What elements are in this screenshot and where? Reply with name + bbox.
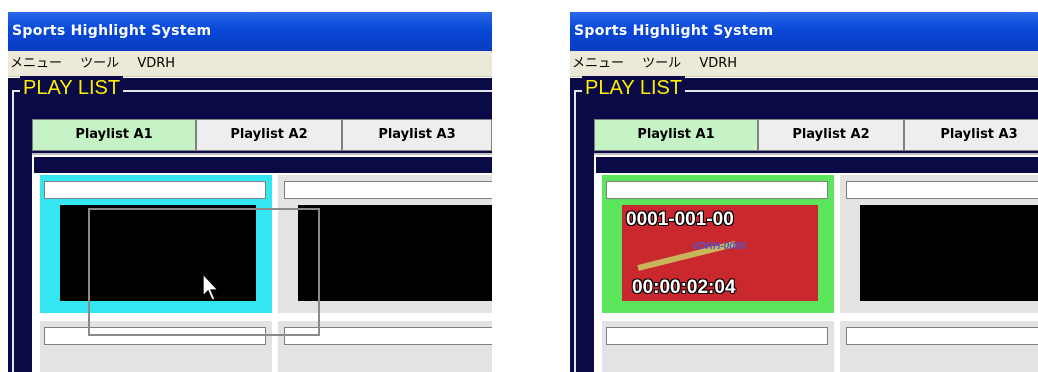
clip-id: 0001-001-00 bbox=[626, 209, 734, 230]
slot-title-field[interactable] bbox=[284, 181, 492, 199]
app-window-left: Sports Highlight System メニュー ツール VDRH PL… bbox=[8, 12, 492, 372]
slot-title-field[interactable] bbox=[846, 327, 1038, 345]
slot-title-field[interactable] bbox=[846, 181, 1038, 199]
menu-item-vdrh[interactable]: VDRH bbox=[699, 56, 737, 71]
app-window-right: Sports Highlight System メニュー ツール VDRH PL… bbox=[570, 12, 1038, 372]
menu-item-menu[interactable]: メニュー bbox=[572, 56, 624, 71]
menu-bar: メニュー ツール VDRH bbox=[8, 51, 492, 77]
grid-header-strip bbox=[596, 157, 1038, 173]
slot-preview bbox=[860, 205, 1038, 301]
tab-playlist-a1[interactable]: Playlist A1 bbox=[32, 119, 196, 151]
menu-item-tools[interactable]: ツール bbox=[642, 56, 681, 71]
playlist-slot-4[interactable] bbox=[840, 321, 1038, 372]
slot-title-field[interactable] bbox=[606, 327, 828, 345]
mouse-cursor-icon bbox=[202, 273, 220, 301]
section-label: PLAY LIST bbox=[20, 76, 124, 100]
playlist-panel: PLAY LIST Playlist A1 Playlist A2 Playli… bbox=[8, 76, 492, 372]
menu-item-menu[interactable]: メニュー bbox=[10, 56, 62, 71]
tab-playlist-a1[interactable]: Playlist A1 bbox=[594, 119, 758, 151]
clip-thumbnail: 0001-001-00 VDRH-0000 00:00:02:04 bbox=[622, 205, 818, 301]
clip-timecode: 00:00:02:04 bbox=[632, 277, 736, 298]
menu-item-tools[interactable]: ツール bbox=[80, 56, 119, 71]
playlist-grid bbox=[32, 153, 492, 372]
playlist-panel: PLAY LIST Playlist A1 Playlist A2 Playli… bbox=[570, 76, 1038, 372]
slot-title-field[interactable] bbox=[606, 181, 828, 199]
group-frame-left bbox=[574, 90, 576, 372]
tab-playlist-a2[interactable]: Playlist A2 bbox=[196, 119, 342, 151]
playlist-slot-3[interactable] bbox=[602, 321, 834, 372]
drag-selection-outline bbox=[88, 208, 320, 336]
clip-source: VDRH-0000 bbox=[692, 241, 746, 252]
slot-title-field[interactable] bbox=[44, 181, 266, 199]
tab-playlist-a2[interactable]: Playlist A2 bbox=[758, 119, 904, 151]
playlist-tabs: Playlist A1 Playlist A2 Playlist A3 bbox=[32, 119, 492, 151]
group-frame-left bbox=[12, 90, 14, 372]
playlist-slot-2[interactable] bbox=[840, 175, 1038, 313]
tab-playlist-a3[interactable]: Playlist A3 bbox=[342, 119, 492, 151]
playlist-grid: 0001-001-00 VDRH-0000 00:00:02:04 bbox=[594, 153, 1038, 372]
menu-bar: メニュー ツール VDRH bbox=[570, 51, 1038, 77]
playlist-slot-1[interactable]: 0001-001-00 VDRH-0000 00:00:02:04 bbox=[602, 175, 834, 313]
slot-preview bbox=[298, 205, 492, 301]
window-title: Sports Highlight System bbox=[570, 12, 1038, 51]
section-label: PLAY LIST bbox=[582, 76, 686, 100]
menu-item-vdrh[interactable]: VDRH bbox=[137, 56, 175, 71]
window-title: Sports Highlight System bbox=[8, 12, 492, 51]
tab-playlist-a3[interactable]: Playlist A3 bbox=[904, 119, 1038, 151]
grid-header-strip bbox=[34, 157, 492, 173]
playlist-tabs: Playlist A1 Playlist A2 Playlist A3 bbox=[594, 119, 1038, 151]
